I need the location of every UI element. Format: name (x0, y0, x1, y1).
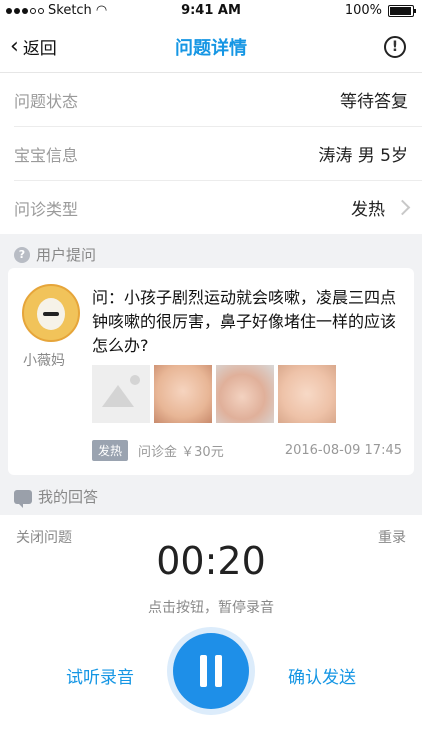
user-question-header: ? 用户提问 (14, 244, 96, 265)
my-answer-header: 我的回答 (14, 486, 99, 508)
attached-image[interactable] (216, 365, 274, 423)
type-badge: 发热 (92, 440, 129, 461)
status-bar: Sketch ◠ 9:41 AM 100% (0, 0, 422, 22)
type-label: 问诊类型 (14, 199, 79, 219)
question-card: 小薇妈 问：小孩子剧烈运动就会咳嗽，凌晨三四点钟咳嗽的很厉害，鼻子好像堵住一样的… (8, 268, 414, 475)
chat-bubble-icon (14, 489, 32, 508)
type-value: 发热 (351, 200, 385, 220)
attached-image[interactable] (278, 365, 336, 423)
pause-icon (200, 655, 207, 687)
info-rows: 问题状态 等待答复 宝宝信息 涛涛 男 5岁 问诊类型 发热 (0, 73, 422, 234)
user-question-title: 用户提问 (36, 246, 97, 264)
row-consult-type[interactable]: 问诊类型 发热 (14, 181, 422, 234)
battery-icon (388, 4, 416, 17)
image-list (92, 365, 336, 423)
user-name: 小薇妈 (23, 353, 65, 369)
status-label: 问题状态 (14, 91, 79, 111)
recorder-panel: 关闭问题 重录 00:20 点击按钮，暂停录音 试听录音 确认发送 (0, 515, 422, 750)
attached-image[interactable] (154, 365, 212, 423)
page-title: 问题详情 (175, 38, 247, 59)
info-icon[interactable]: ! (384, 36, 406, 58)
chevron-right-icon (394, 199, 411, 216)
navigation-bar: ‹ 返回 问题详情 ! (0, 22, 422, 73)
question-text: 问：小孩子剧烈运动就会咳嗽，凌晨三四点钟咳嗽的很厉害，鼻子好像堵住一样的应该怎么… (92, 288, 397, 355)
image-placeholder-icon[interactable] (92, 365, 150, 423)
consult-fee: 问诊金 ￥30元 (138, 445, 224, 460)
record-hint: 点击按钮，暂停录音 (148, 600, 274, 616)
baby-value: 涛涛 男 5岁 (318, 146, 408, 166)
status-value: 等待答复 (340, 92, 408, 112)
record-timer: 00:20 (156, 539, 266, 583)
question-icon: ? (14, 246, 30, 263)
baby-label: 宝宝信息 (14, 145, 79, 165)
battery-percent: 100% (344, 3, 382, 18)
confirm-send-button[interactable]: 确认发送 (288, 663, 356, 688)
avatar[interactable] (22, 284, 80, 342)
row-baby-info: 宝宝信息 涛涛 男 5岁 (14, 127, 422, 181)
preview-recording-button[interactable]: 试听录音 (66, 663, 134, 688)
question-meta: 发热 问诊金 ￥30元 2016-08-09 17:45 (92, 440, 402, 461)
row-status: 问题状态 等待答复 (14, 73, 422, 127)
my-answer-title: 我的回答 (38, 488, 99, 506)
pause-record-button[interactable] (173, 633, 249, 709)
question-time: 2016-08-09 17:45 (284, 443, 402, 458)
